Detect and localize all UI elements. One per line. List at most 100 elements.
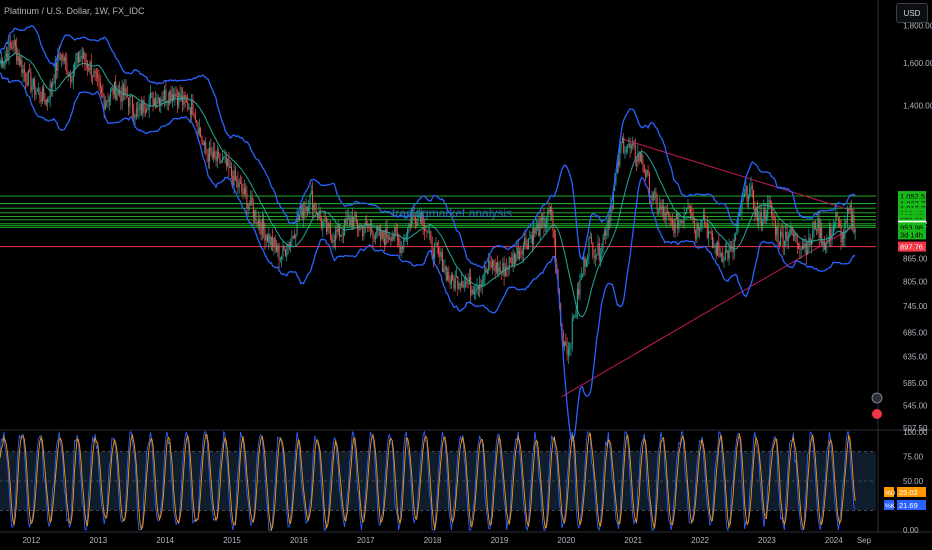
candle-body bbox=[621, 138, 623, 143]
candle-body bbox=[624, 151, 626, 153]
candle-body bbox=[630, 146, 632, 149]
candle-body bbox=[506, 267, 508, 269]
stoch-tick-label: 100.00 bbox=[903, 428, 928, 437]
candle-body bbox=[733, 239, 735, 252]
candle-body bbox=[751, 185, 753, 191]
candle-body bbox=[402, 246, 404, 249]
candle-body bbox=[774, 219, 776, 235]
candle-body bbox=[459, 283, 461, 286]
candle-body bbox=[529, 238, 531, 240]
candle-body bbox=[13, 40, 15, 49]
candle-body bbox=[284, 249, 286, 257]
candle-body bbox=[255, 210, 257, 223]
candle-body bbox=[538, 224, 540, 237]
candle-body bbox=[673, 223, 675, 233]
candle-body bbox=[261, 219, 263, 235]
candle-body bbox=[139, 103, 141, 110]
currency-button[interactable]: USD bbox=[896, 3, 928, 23]
candle-body bbox=[130, 95, 132, 97]
candle-body bbox=[146, 109, 148, 113]
candle-body bbox=[549, 207, 551, 213]
candle-body bbox=[340, 234, 342, 237]
candle-body bbox=[93, 70, 95, 78]
candle-body bbox=[471, 289, 473, 295]
candle-body bbox=[269, 234, 271, 245]
candle-body bbox=[306, 206, 308, 212]
candle-body bbox=[651, 195, 653, 201]
candle-body bbox=[97, 73, 99, 78]
candle-body bbox=[26, 81, 28, 86]
candle-body bbox=[603, 230, 605, 236]
candle-body bbox=[764, 208, 766, 220]
candle-body bbox=[144, 111, 146, 113]
candle-body bbox=[687, 205, 689, 209]
candle-body bbox=[426, 230, 428, 233]
candle-body bbox=[479, 284, 481, 290]
candle-body bbox=[359, 226, 361, 230]
candle-body bbox=[200, 128, 202, 137]
price-chart[interactable]: 1,800.001,600.001,400.00964.52805.00745.… bbox=[0, 0, 932, 550]
candle-body bbox=[799, 249, 801, 250]
candle-body bbox=[43, 87, 45, 99]
candle-body bbox=[38, 89, 40, 91]
price-tick-label: 1,400.00 bbox=[903, 101, 932, 110]
candle-body bbox=[329, 227, 331, 237]
candle-body bbox=[358, 228, 360, 230]
candle-body bbox=[52, 82, 54, 88]
candle-body bbox=[768, 200, 770, 202]
candle-body bbox=[438, 247, 440, 252]
candle-body bbox=[646, 169, 648, 177]
candle-body bbox=[81, 56, 83, 59]
candle-body bbox=[801, 245, 803, 250]
candle-body bbox=[147, 109, 149, 111]
event-icon bbox=[872, 409, 882, 419]
candle-body bbox=[12, 47, 14, 49]
candle-body bbox=[836, 213, 838, 218]
candle-body bbox=[711, 233, 713, 248]
candle-body bbox=[439, 251, 441, 257]
candle-body bbox=[787, 236, 789, 241]
candle-body bbox=[776, 226, 778, 235]
candle-body bbox=[547, 209, 549, 222]
candle-body bbox=[447, 271, 449, 280]
candle-body bbox=[495, 262, 497, 272]
candle-body bbox=[214, 151, 216, 157]
candle-body bbox=[151, 92, 153, 94]
candle-body bbox=[242, 191, 244, 195]
candle-body bbox=[710, 231, 712, 234]
candle-body bbox=[58, 54, 60, 58]
candle-body bbox=[553, 230, 555, 239]
time-tick-label: 2015 bbox=[223, 536, 241, 545]
candle-body bbox=[789, 233, 791, 237]
candle-body bbox=[825, 243, 827, 250]
candle-body bbox=[196, 120, 198, 124]
candle-body bbox=[515, 255, 517, 264]
candle-body bbox=[620, 142, 622, 147]
candle-body bbox=[452, 274, 454, 281]
candle-body bbox=[457, 276, 459, 289]
candle-body bbox=[513, 253, 515, 264]
candle-body bbox=[62, 54, 64, 62]
candle-body bbox=[623, 138, 625, 153]
candle-body bbox=[32, 79, 34, 87]
candle-body bbox=[798, 244, 800, 250]
candle-body bbox=[812, 230, 814, 240]
candle-body bbox=[746, 185, 748, 202]
candle-body bbox=[390, 237, 392, 241]
candle-body bbox=[778, 242, 780, 246]
candle-body bbox=[696, 223, 698, 239]
candle-body bbox=[821, 226, 823, 245]
candle-body bbox=[386, 228, 388, 238]
candle-body bbox=[192, 99, 194, 116]
candle-body bbox=[95, 72, 97, 74]
candle-body bbox=[813, 221, 815, 231]
candle-body bbox=[498, 267, 500, 274]
candle-body bbox=[512, 253, 514, 266]
candle-body bbox=[88, 68, 90, 71]
candle-body bbox=[350, 217, 352, 225]
candle-body bbox=[477, 286, 479, 290]
candle-body bbox=[243, 187, 245, 195]
candle-body bbox=[107, 100, 109, 102]
candle-body bbox=[283, 245, 285, 250]
candle-body bbox=[239, 182, 241, 184]
